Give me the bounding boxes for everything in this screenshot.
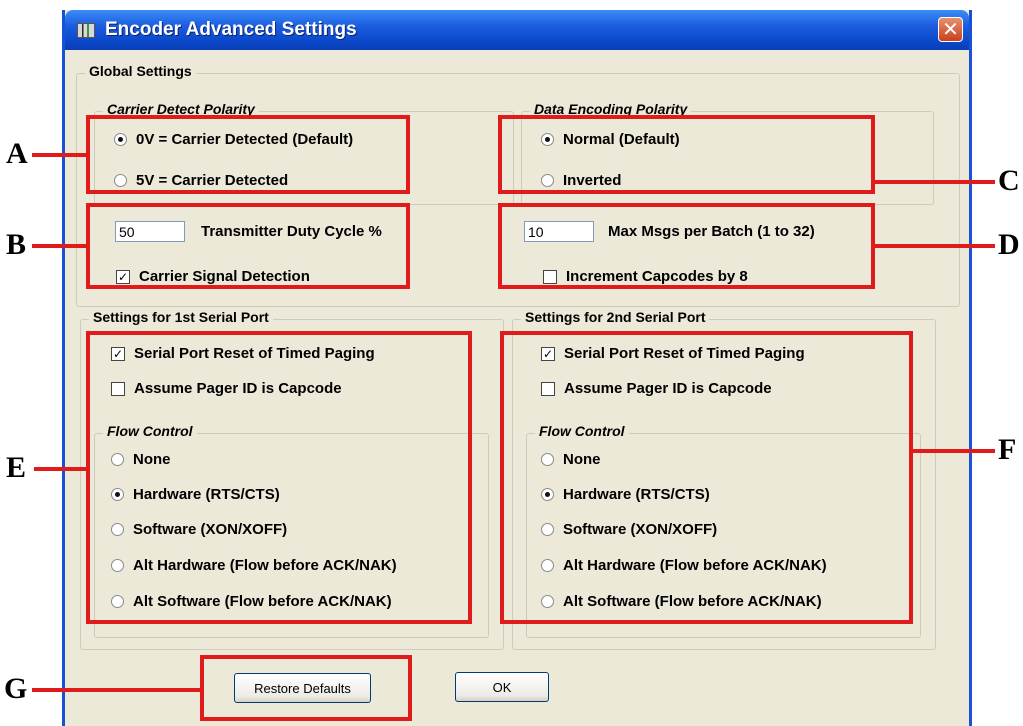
restore-defaults-button[interactable]: Restore Defaults bbox=[234, 673, 371, 703]
checkbox-unchecked[interactable] bbox=[111, 381, 125, 396]
port2-flow-alt-software[interactable]: Alt Software (Flow before ACK/NAK) bbox=[541, 593, 822, 610]
port1-assume-pager-id-label: Assume Pager ID is Capcode bbox=[134, 380, 342, 397]
radio-button[interactable] bbox=[111, 453, 124, 466]
port2-flow-none[interactable]: None bbox=[541, 451, 601, 468]
port2-reset-timed-paging-label: Serial Port Reset of Timed Paging bbox=[564, 345, 805, 362]
callout-line-g bbox=[32, 688, 202, 692]
window-title: Encoder Advanced Settings bbox=[105, 19, 357, 40]
radio-0v-label: 0V = Carrier Detected (Default) bbox=[136, 131, 354, 148]
port1-reset-timed-paging-label: Serial Port Reset of Timed Paging bbox=[134, 345, 375, 362]
port1-legend: Settings for 1st Serial Port bbox=[89, 309, 273, 325]
callout-letter-b: B bbox=[6, 228, 27, 261]
port1-flow-control-legend: Flow Control bbox=[103, 423, 197, 439]
checkbox-unchecked[interactable] bbox=[541, 381, 555, 396]
radio-button[interactable] bbox=[541, 174, 554, 187]
max-msgs-label: Max Msgs per Batch (1 to 32) bbox=[608, 223, 815, 240]
port2-assume-pager-id-label: Assume Pager ID is Capcode bbox=[564, 380, 772, 397]
port2-flow-software[interactable]: Software (XON/XOFF) bbox=[541, 521, 717, 538]
callout-letter-f: F bbox=[998, 433, 1017, 466]
radio-5v-label: 5V = Carrier Detected bbox=[136, 172, 289, 189]
app-icon bbox=[77, 23, 95, 38]
port1-flow-alt-software-label: Alt Software (Flow before ACK/NAK) bbox=[133, 593, 392, 610]
port2-flow-control-legend: Flow Control bbox=[535, 423, 629, 439]
port1-reset-timed-paging-checkbox[interactable]: ✓ Serial Port Reset of Timed Paging bbox=[111, 345, 375, 362]
port2-legend: Settings for 2nd Serial Port bbox=[521, 309, 710, 325]
port1-flow-software[interactable]: Software (XON/XOFF) bbox=[111, 521, 287, 538]
callout-letter-c: C bbox=[998, 164, 1020, 197]
max-msgs-input[interactable] bbox=[524, 221, 594, 242]
radio-5v-carrier-detected[interactable]: 5V = Carrier Detected bbox=[114, 172, 288, 189]
radio-button-selected[interactable] bbox=[111, 488, 124, 501]
port2-flow-software-label: Software (XON/XOFF) bbox=[563, 521, 718, 538]
port2-flow-none-label: None bbox=[563, 451, 601, 468]
callout-letter-a: A bbox=[6, 137, 28, 170]
radio-button[interactable] bbox=[111, 559, 124, 572]
callout-letter-d: D bbox=[998, 228, 1020, 261]
radio-button[interactable] bbox=[541, 559, 554, 572]
callout-letter-g: G bbox=[4, 672, 28, 705]
port1-flow-hardware-label: Hardware (RTS/CTS) bbox=[133, 486, 280, 503]
port2-assume-pager-id-checkbox[interactable]: Assume Pager ID is Capcode bbox=[541, 380, 772, 397]
checkbox-checked[interactable]: ✓ bbox=[116, 269, 130, 284]
callout-line-f bbox=[911, 449, 995, 453]
checkbox-checked[interactable]: ✓ bbox=[111, 346, 125, 361]
radio-inverted-label: Inverted bbox=[563, 172, 622, 189]
callout-line-e bbox=[34, 467, 88, 471]
radio-button[interactable] bbox=[541, 595, 554, 608]
radio-normal[interactable]: Normal (Default) bbox=[541, 131, 680, 148]
port1-flow-alt-software[interactable]: Alt Software (Flow before ACK/NAK) bbox=[111, 593, 392, 610]
global-settings-legend: Global Settings bbox=[85, 63, 196, 79]
checkbox-checked[interactable]: ✓ bbox=[541, 346, 555, 361]
increment-capcodes-label: Increment Capcodes by 8 bbox=[566, 268, 748, 285]
data-encoding-polarity-legend: Data Encoding Polarity bbox=[530, 101, 692, 117]
data-encoding-polarity-group: Data Encoding Polarity bbox=[521, 101, 934, 205]
port2-reset-timed-paging-checkbox[interactable]: ✓ Serial Port Reset of Timed Paging bbox=[541, 345, 805, 362]
radio-normal-label: Normal (Default) bbox=[563, 131, 680, 148]
carrier-signal-detection-label: Carrier Signal Detection bbox=[139, 268, 310, 285]
duty-cycle-label: Transmitter Duty Cycle % bbox=[201, 223, 382, 240]
radio-button[interactable] bbox=[541, 523, 554, 536]
radio-button-selected[interactable] bbox=[541, 133, 554, 146]
increment-capcodes-checkbox[interactable]: Increment Capcodes by 8 bbox=[543, 268, 748, 285]
port2-flow-alt-hardware[interactable]: Alt Hardware (Flow before ACK/NAK) bbox=[541, 557, 827, 574]
port2-flow-alt-hardware-label: Alt Hardware (Flow before ACK/NAK) bbox=[563, 557, 827, 574]
radio-button[interactable] bbox=[541, 453, 554, 466]
port1-assume-pager-id-checkbox[interactable]: Assume Pager ID is Capcode bbox=[111, 380, 342, 397]
callout-line-b bbox=[32, 244, 88, 248]
port1-flow-software-label: Software (XON/XOFF) bbox=[133, 521, 288, 538]
port2-flow-alt-software-label: Alt Software (Flow before ACK/NAK) bbox=[563, 593, 822, 610]
port2-flow-hardware[interactable]: Hardware (RTS/CTS) bbox=[541, 486, 710, 503]
port1-flow-none-label: None bbox=[133, 451, 171, 468]
global-settings-group: Global Settings Carrier Detect Polarity … bbox=[76, 63, 960, 307]
carrier-detect-polarity-legend: Carrier Detect Polarity bbox=[103, 101, 259, 117]
checkbox-unchecked[interactable] bbox=[543, 269, 557, 284]
carrier-signal-detection-checkbox[interactable]: ✓ Carrier Signal Detection bbox=[116, 268, 310, 285]
ok-button[interactable]: OK bbox=[455, 672, 549, 702]
port1-flow-alt-hardware-label: Alt Hardware (Flow before ACK/NAK) bbox=[133, 557, 397, 574]
radio-button[interactable] bbox=[111, 523, 124, 536]
duty-cycle-input[interactable] bbox=[115, 221, 185, 242]
port1-flow-alt-hardware[interactable]: Alt Hardware (Flow before ACK/NAK) bbox=[111, 557, 397, 574]
title-bar[interactable]: Encoder Advanced Settings ✕ bbox=[65, 10, 969, 50]
callout-line-a bbox=[32, 153, 88, 157]
radio-button[interactable] bbox=[111, 595, 124, 608]
close-button[interactable]: ✕ bbox=[938, 17, 963, 42]
radio-inverted[interactable]: Inverted bbox=[541, 172, 621, 189]
carrier-detect-polarity-group: Carrier Detect Polarity bbox=[94, 101, 514, 205]
radio-button-selected[interactable] bbox=[114, 133, 127, 146]
callout-line-d bbox=[873, 244, 995, 248]
dialog-window: Encoder Advanced Settings ✕ Global Setti… bbox=[62, 10, 972, 726]
callout-line-c bbox=[873, 180, 995, 184]
port1-flow-hardware[interactable]: Hardware (RTS/CTS) bbox=[111, 486, 280, 503]
radio-button[interactable] bbox=[114, 174, 127, 187]
port1-flow-none[interactable]: None bbox=[111, 451, 171, 468]
radio-0v-carrier-detected[interactable]: 0V = Carrier Detected (Default) bbox=[114, 131, 353, 148]
callout-letter-e: E bbox=[6, 451, 27, 484]
radio-button-selected[interactable] bbox=[541, 488, 554, 501]
port2-flow-hardware-label: Hardware (RTS/CTS) bbox=[563, 486, 710, 503]
